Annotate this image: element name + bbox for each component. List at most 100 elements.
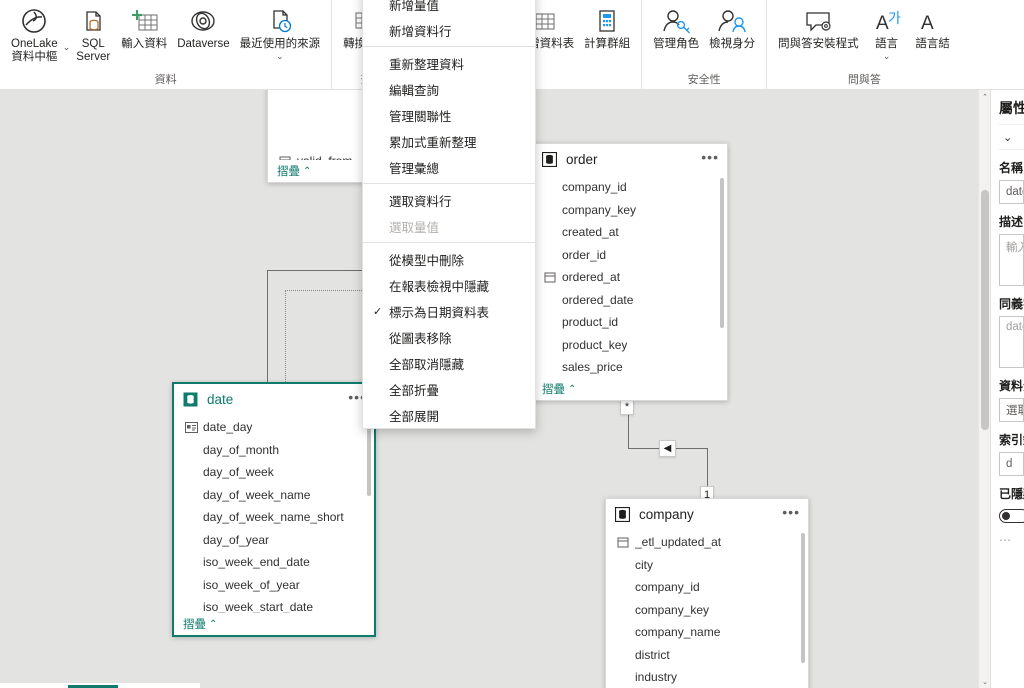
canvas-vertical-scrollbar[interactable]: ⌃ ⌄ [978,90,990,688]
table-card-header[interactable]: order ••• [533,144,727,174]
menu-item-manage-aggregations[interactable]: 管理彙總 [363,154,535,180]
field-row[interactable]: company_key [606,599,808,622]
field-row[interactable]: company_id [533,176,727,199]
table-card-date[interactable]: date ••• date_day day_of_month day_of_we… [172,382,376,637]
more-options-icon[interactable]: ••• [782,505,800,521]
chevron-down-icon[interactable]: ⌄ [276,51,284,61]
field-list[interactable]: _etl_updated_at city company_id company_… [606,529,808,688]
menu-item-new-column[interactable]: 新增資料行 [363,17,535,43]
field-name: day_of_month [203,442,280,457]
ribbon-button-view-as[interactable]: 檢視身分 [704,0,760,51]
field-row[interactable]: product_key [533,334,727,357]
menu-item-collapse-all[interactable]: 全部折疊 [363,376,535,402]
ribbon-button-manage-roles[interactable]: 管理角色 [648,0,704,51]
field-row[interactable]: day_of_year [174,529,374,552]
field-name: sales_price [562,360,623,375]
menu-item-hide-in-report-view[interactable]: 在報表檢視中隱藏 [363,272,535,298]
field-row[interactable]: company_name [606,621,808,644]
menu-item-edit-query[interactable]: 編輯查詢 [363,76,535,102]
property-input-name[interactable]: date [999,180,1024,204]
field-row[interactable]: date_day [174,416,374,439]
field-list[interactable]: date_day day_of_month day_of_week day_of… [174,414,374,613]
field-list[interactable]: company_id company_key created_at order_… [533,174,727,378]
menu-item-mark-as-date-table[interactable]: ✓ 標示為日期資料表 [363,298,535,324]
ribbon-button-onelake[interactable]: OneLake 資料中樞 [6,0,63,63]
property-select-data-category[interactable]: 選取 [999,398,1024,422]
field-row[interactable]: order_id [533,244,727,267]
menu-item-expand-all[interactable]: 全部展開 [363,402,535,428]
menu-item-select-columns[interactable]: 選取資料行 [363,187,535,213]
table-card-partial[interactable]: valid_from 摺疊 ⌃ [267,90,365,183]
panel-collapse-toggle[interactable]: ⌄ [999,124,1024,150]
menu-item-manage-relationships[interactable]: 管理關聯性 [363,102,535,128]
ribbon-button-sql-server[interactable]: SQL Server [70,0,116,63]
property-select-key-column[interactable]: d [999,452,1024,476]
field-row[interactable]: day_of_week_name_short [174,506,374,529]
field-row[interactable]: sales_price [533,356,727,378]
svg-text:A: A [921,13,934,34]
table-icon [541,151,558,168]
ribbon-group-data: OneLake 資料中樞 ⌄ SQL Server 輸入資料 Dataverse… [0,0,331,89]
field-row[interactable]: ordered_at [533,266,727,289]
field-row[interactable]: iso_week_end_date [174,551,374,574]
enter-data-icon [128,4,160,38]
field-name: created_at [562,225,619,240]
collapse-link[interactable]: 摺疊 ⌃ [174,613,374,635]
table-card-order[interactable]: order ••• company_id company_key created… [532,143,728,401]
field-list-scrollbar[interactable] [720,178,724,328]
field-row[interactable]: day_of_week_name [174,484,374,507]
field-name: day_of_year [203,532,270,547]
ribbon-button-linguistic-schema[interactable]: A 語言結 [910,0,956,51]
menu-check-icon: ✓ [373,305,383,318]
field-row[interactable]: district [606,644,808,667]
property-toggle-hidden[interactable] [999,509,1024,523]
field-row[interactable]: iso_week_start_date [174,596,374,613]
property-input-synonyms[interactable]: date [999,316,1024,368]
menu-item-unhide-all[interactable]: 全部取消隱藏 [363,350,535,376]
field-row[interactable]: iso_week_of_year [174,574,374,597]
table-card-header[interactable]: date ••• [174,384,374,414]
chevron-down-icon[interactable]: ⌄ [883,51,891,61]
field-row[interactable]: valid_from [268,150,364,160]
collapse-link[interactable]: 摺疊 ⌃ [533,378,727,400]
ribbon-button-recent-sources[interactable]: 最近使用的來源 ⌄ [235,0,326,61]
field-name: day_of_week [203,465,274,480]
ribbon-button-language[interactable]: A 가 語言 ⌄ [864,0,910,61]
ribbon-button-qna-setup[interactable]: 問與答安裝程式 [773,0,864,51]
collapse-link[interactable]: 摺疊 ⌃ [268,160,364,182]
field-row[interactable]: _etl_updated_at [606,531,808,554]
table-icon [614,506,631,523]
field-row[interactable]: day_of_month [174,439,374,462]
chevron-down-icon[interactable]: ⌄ [63,43,71,52]
field-row[interactable]: company_id [606,576,808,599]
field-row[interactable]: created_at [533,221,727,244]
table-card-header[interactable]: company ••• [606,499,808,529]
collapse-label: 摺疊 [277,166,300,178]
scrollbar-thumb[interactable] [981,190,989,430]
field-list-scrollbar[interactable] [367,418,371,496]
ribbon-button-calculation-group[interactable]: 計算群組 [579,0,635,51]
property-label-key-column: 索引鍵資料行 [999,433,1024,447]
menu-item-new-measure[interactable]: 新增量值 [363,0,535,17]
field-row[interactable]: city [606,554,808,577]
property-label-hidden: 已隱藏 [999,487,1024,501]
menu-item-incremental-refresh[interactable]: 累加式重新整理 [363,128,535,154]
field-row[interactable]: product_id [533,311,727,334]
menu-item-refresh-data[interactable]: 重新整理資料 [363,50,535,76]
field-list-scrollbar[interactable] [801,533,805,663]
table-card-company[interactable]: company ••• _etl_updated_at city company… [605,498,809,688]
field-row[interactable]: company_key [533,199,727,222]
ribbon-button-dataverse[interactable]: Dataverse [172,0,234,51]
more-options-icon[interactable]: ••• [701,150,719,166]
ribbon-button-enter-data[interactable]: 輸入資料 [116,0,172,51]
property-label-name: 名稱 [999,161,1024,175]
menu-item-delete-from-model[interactable]: 從模型中刪除 [363,246,535,272]
property-input-description[interactable]: 輸入 [999,234,1024,286]
field-row[interactable]: ordered_date [533,289,727,312]
field-row[interactable]: day_of_week [174,461,374,484]
cross-filter-direction-icon[interactable]: ◀ [659,440,676,457]
onelake-icon [19,4,49,38]
field-name: product_key [562,337,628,352]
table-context-menu[interactable]: 新增量值 新增資料行 重新整理資料 編輯查詢 管理關聯性 累加式重新整理 管理彙… [362,0,536,429]
menu-item-remove-from-diagram[interactable]: 從圖表移除 [363,324,535,350]
